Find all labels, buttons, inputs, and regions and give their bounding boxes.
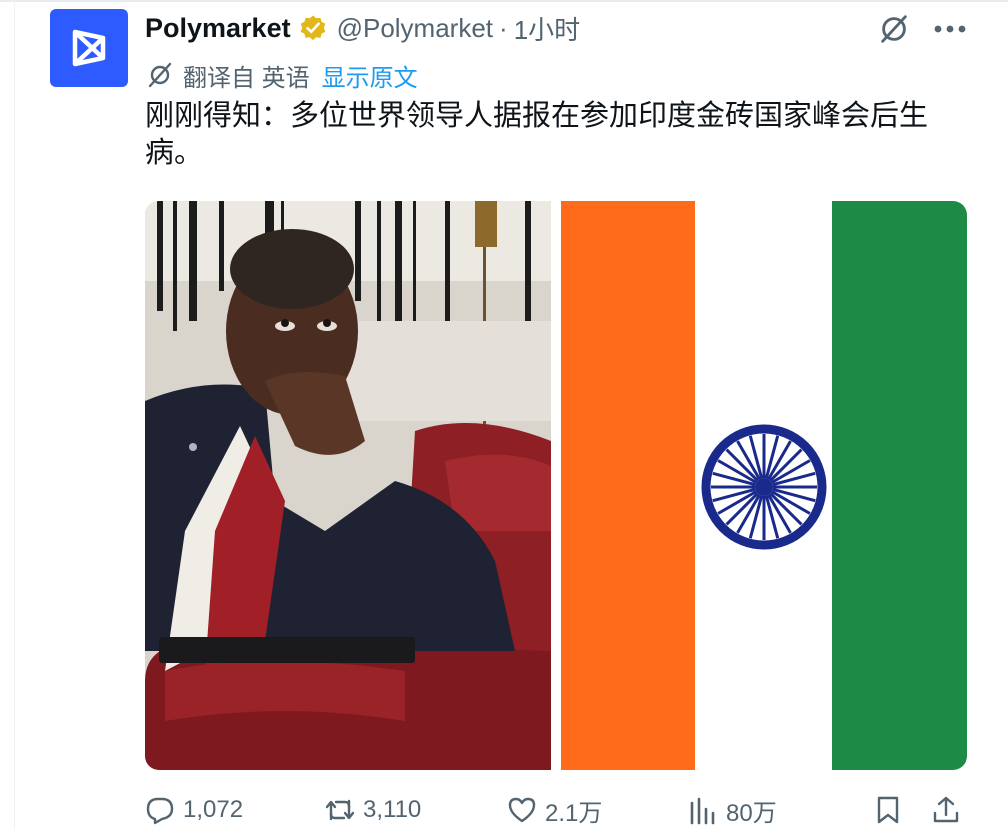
timestamp[interactable]: 1小时 [514,10,580,47]
timeline-border [14,0,15,830]
tweet-header: Polymarket @Polymarket · 1小时 [145,10,580,46]
translate-icon [147,62,173,88]
view-count: 80万 [726,799,777,827]
translation-row: 翻译自 英语 显示原文 [147,58,418,92]
tweet-actions: 1,072 3,110 2.1万 80万 [145,790,970,830]
like-button[interactable]: 2.1万 [507,790,602,830]
media-photo-left[interactable] [145,201,551,770]
polymarket-logo-icon [72,29,106,67]
author-handle[interactable]: @Polymarket [337,13,493,44]
like-icon [508,797,536,823]
views-button[interactable]: 80万 [688,790,777,830]
flag-saffron-band [561,201,695,770]
reply-count: 1,072 [183,796,244,823]
more-icon [934,25,966,33]
author-name[interactable]: Polymarket [145,13,291,44]
more-button[interactable] [930,11,970,47]
bookmark-button[interactable] [873,790,903,830]
translation-label: 翻译自 英语 [183,64,310,92]
top-divider [0,0,1008,2]
grok-icon [881,15,907,43]
views-icon [690,797,715,825]
tweet-text: 刚刚得知：多位世界领导人据报在参加印度金砖国家峰会后生病。 [145,100,929,169]
reply-button[interactable]: 1,072 [145,790,243,830]
retweet-button[interactable]: 3,110 [325,790,421,830]
retweet-icon [325,799,355,821]
ashoka-chakra-icon [701,424,827,550]
retweet-count: 3,110 [363,796,422,823]
bookmark-icon [877,796,899,824]
avatar[interactable] [50,9,128,87]
grok-button[interactable] [876,11,912,47]
like-count: 2.1万 [545,799,603,827]
share-icon [933,796,959,823]
separator-dot: · [499,12,508,43]
media-flag-right[interactable] [561,201,967,770]
reply-icon [146,797,174,825]
share-button[interactable] [931,790,961,830]
show-original-link[interactable]: 显示原文 [322,58,418,93]
verified-badge-icon [299,14,327,42]
flag-green-band [832,201,967,770]
man-in-armchair-photo [145,201,551,770]
